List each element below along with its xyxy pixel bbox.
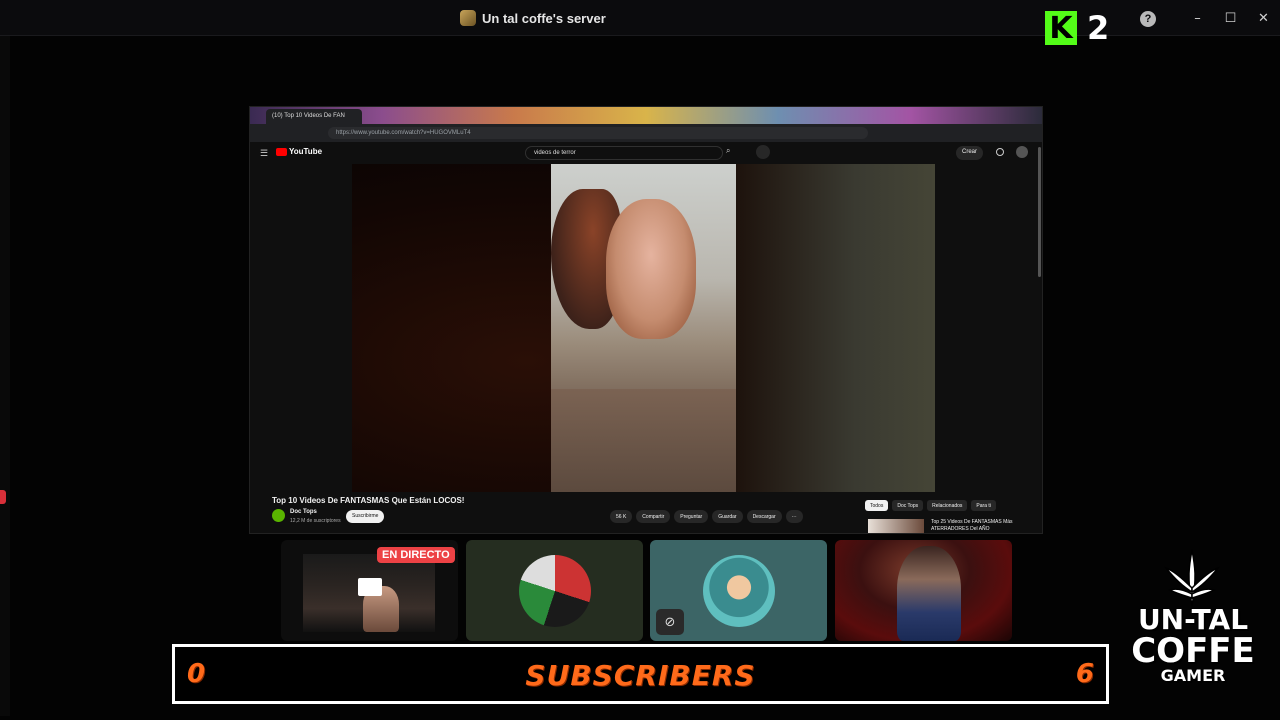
save-button[interactable]: Guardar — [712, 510, 743, 523]
subscribe-button[interactable]: Suscribirme — [346, 510, 385, 523]
server-title-text: Un tal coffe's server — [482, 10, 606, 26]
server-avatar-icon — [460, 10, 476, 26]
server-title: Un tal coffe's server — [460, 10, 606, 26]
chip-channel[interactable]: Doc Tops — [892, 500, 924, 511]
leaf-icon — [1164, 549, 1220, 607]
chip-for-you[interactable]: Para ti — [971, 500, 996, 511]
help-icon[interactable]: ? — [1140, 11, 1156, 27]
subscriber-goal-label: SUBSCRIBERS — [525, 659, 756, 692]
logo-text: UN-TAL COFFE GAMER — [1120, 606, 1266, 684]
subscriber-goal-current: 6 — [1075, 659, 1094, 689]
youtube-header: ☰ YouTube videos de terror ⌕ Crear — [250, 142, 1042, 164]
channel-logo: UN-TAL COFFE GAMER — [1112, 548, 1272, 708]
mic-icon[interactable] — [756, 145, 770, 159]
page-scrollbar[interactable] — [1038, 147, 1041, 277]
avatar-tile-flag[interactable] — [466, 540, 643, 641]
url-bar[interactable]: https://www.youtube.com/watch?v=HUGOVMLu… — [328, 127, 868, 139]
logo-line-1: UN-TAL — [1137, 603, 1249, 636]
video-background-right — [736, 164, 935, 492]
person-body — [551, 389, 736, 492]
title-bar: Un tal coffe's server K 2 ? – ☐ ✕ — [0, 0, 1280, 47]
search-icon[interactable]: ⌕ — [726, 146, 730, 156]
browser-toolbar: https://www.youtube.com/watch?v=HUGOVMLu… — [250, 124, 1042, 142]
video-actions: 56 K Compartir Preguntar Guardar Descarg… — [610, 510, 803, 523]
avatar-tile-anime[interactable]: ⊘ — [650, 540, 827, 641]
user-avatar — [518, 554, 591, 627]
monitor-icon — [358, 578, 382, 596]
like-button[interactable]: 56 K — [610, 510, 633, 523]
chip-all[interactable]: Todos — [865, 500, 889, 511]
video-player[interactable] — [352, 164, 935, 492]
video-title: Top 10 Videos De FANTASMAS Que Están LOC… — [272, 496, 465, 505]
browser-tab[interactable]: (10) Top 10 Videos De FAN — [266, 109, 362, 124]
minimize-button[interactable]: – — [1181, 0, 1214, 36]
stream-tile[interactable]: EN DIRECTO — [281, 540, 458, 641]
video-info-panel: Top 10 Videos De FANTASMAS Que Están LOC… — [250, 492, 1042, 533]
kick-viewer-count: 2 — [1087, 9, 1110, 47]
maximize-button[interactable]: ☐ — [1214, 0, 1247, 36]
create-button[interactable]: Crear — [956, 146, 984, 160]
download-button[interactable]: Descargar — [746, 510, 782, 523]
shared-screen[interactable]: (10) Top 10 Videos De FAN https://www.yo… — [249, 106, 1043, 534]
channel-subscribers: 12,2 M de suscriptores — [290, 518, 341, 524]
youtube-play-icon — [276, 147, 287, 156]
youtube-search-input[interactable]: videos de terror — [525, 146, 723, 160]
account-avatar[interactable] — [1016, 146, 1028, 158]
live-badge: EN DIRECTO — [377, 547, 455, 563]
next-video-title[interactable]: Top 25 Videos De FANTASMAS Más ATERRADOR… — [931, 519, 1023, 533]
recommendation-chips: Todos Doc Tops Relacionados Para ti — [865, 500, 996, 511]
youtube-logo[interactable]: YouTube — [276, 147, 322, 156]
user-avatar — [702, 554, 775, 627]
logo-line-2: COFFE — [1131, 631, 1255, 671]
close-button[interactable]: ✕ — [1247, 0, 1280, 36]
share-button[interactable]: Compartir — [636, 510, 671, 523]
channel-name[interactable]: Doc Tops — [290, 509, 317, 515]
bell-icon[interactable] — [996, 148, 1004, 156]
person-head — [606, 199, 696, 339]
notification-indicator — [0, 490, 6, 504]
subscriber-goal-bar: 0 SUBSCRIBERS 6 — [172, 644, 1109, 704]
next-video-thumbnail[interactable] — [868, 519, 924, 533]
video-frame-person — [551, 164, 736, 492]
sidebar-edge — [0, 36, 10, 716]
hamburger-menu-icon[interactable]: ☰ — [260, 148, 268, 159]
camera-tile[interactable] — [835, 540, 1012, 641]
mic-muted-icon: ⊘ — [656, 609, 684, 635]
more-button[interactable]: ··· — [785, 510, 803, 523]
ask-button[interactable]: Preguntar — [674, 510, 709, 523]
browser-tabstrip: (10) Top 10 Videos De FAN — [250, 107, 1042, 124]
chip-related[interactable]: Relacionados — [927, 500, 968, 511]
kick-viewer-badge: K 2 — [1045, 9, 1109, 47]
kick-logo-icon: K — [1045, 11, 1077, 46]
channel-avatar[interactable] — [272, 509, 285, 522]
youtube-logo-text: YouTube — [289, 147, 323, 156]
window-controls: – ☐ ✕ — [1181, 0, 1280, 36]
camera-feed-person — [897, 546, 961, 641]
discord-window: Un tal coffe's server K 2 ? – ☐ ✕ (10) T… — [0, 0, 1280, 720]
